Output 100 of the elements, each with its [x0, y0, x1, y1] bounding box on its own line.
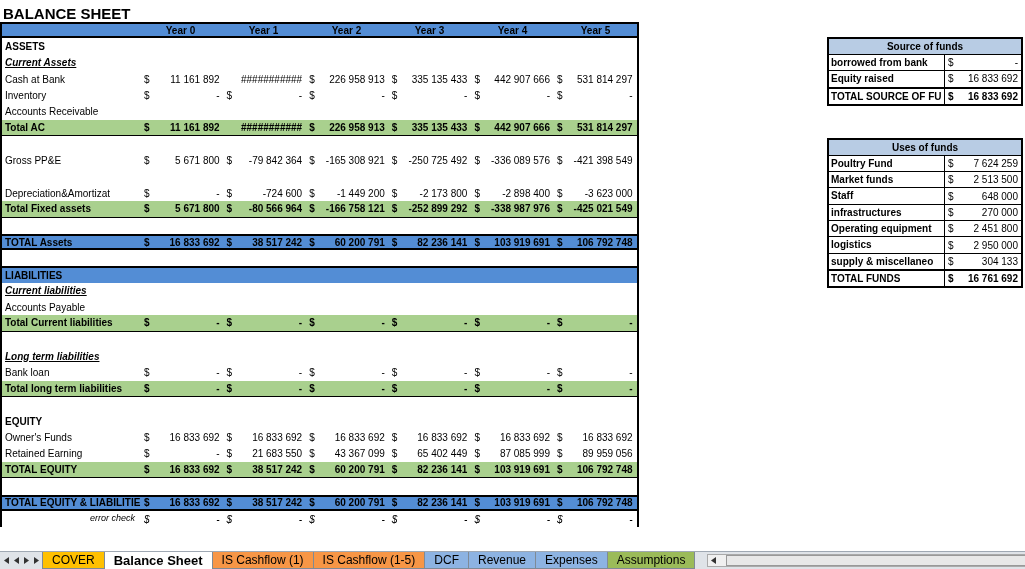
table-cell-text: $ 16 833 692	[308, 431, 386, 446]
table-cell: TOTAL SOURCE OF FU	[829, 88, 945, 104]
table-cell-text: $ -252 899 292	[390, 202, 469, 217]
table-cell-text: $ -	[473, 381, 551, 396]
table-cell-text: $ -80 566 964	[225, 202, 304, 217]
table-cell-text: ###########	[240, 72, 304, 87]
scroll-left-icon[interactable]	[711, 557, 717, 564]
table-cell-text: $ 65 402 449	[390, 447, 469, 462]
column-header: Year 5	[580, 24, 611, 36]
table-cell-text: $ 103 919 691	[473, 463, 551, 478]
table-cell-text: $ 89 959 056	[555, 447, 634, 462]
sheet-tab[interactable]: Balance Sheet	[103, 552, 213, 569]
table-cell-text: $ -	[390, 365, 469, 380]
table-cell-text: $ 270 000	[947, 205, 1019, 220]
table-cell-text: $ 226 958 913	[308, 72, 386, 87]
table-cell-text: $ 16 833 692	[225, 431, 304, 446]
table-cell: Equity raised	[829, 71, 945, 87]
column-header: Year 3	[414, 24, 445, 36]
table-cell: logistics	[829, 237, 945, 253]
table-cell-text: $ -	[225, 316, 304, 331]
table-cell-text: $ 16 833 692	[947, 72, 1019, 87]
row-label: Depreciation&Amortizat	[5, 187, 111, 199]
table-cell-text: $ -	[308, 512, 386, 527]
table-cell-text: $ -	[308, 381, 386, 396]
table-cell-text: $ 2 950 000	[947, 238, 1019, 253]
table-cell-text: $ 16 833 692	[143, 235, 221, 250]
table-cell-text: $ -724 600	[225, 186, 304, 201]
section-heading: EQUITY	[5, 415, 43, 427]
table-cell-text: $ -166 758 121	[308, 202, 386, 217]
table-cell: Poultry Fund	[829, 155, 945, 172]
horizontal-scrollbar[interactable]	[707, 554, 1025, 567]
table-cell-text: $ -165 308 921	[308, 154, 386, 168]
sheet-tab[interactable]: Assumptions	[606, 552, 696, 569]
table-cell-text: $ -	[555, 88, 634, 103]
table-cell-text: $ 43 367 099	[308, 447, 386, 462]
table-cell-text: $ -79 842 364	[225, 154, 304, 168]
section-heading: LIABILITIES	[5, 270, 63, 282]
sheet-tab[interactable]: DCF	[424, 552, 469, 569]
table-cell-text: $ 16 833 692	[555, 431, 634, 446]
table-cell-text: $ 648 000	[947, 189, 1019, 204]
table-cell-text: $ -	[390, 512, 469, 527]
table-cell-text: $ 16 833 692	[947, 89, 1019, 104]
row-label: Inventory	[5, 89, 47, 101]
table-cell-text: $ -	[143, 512, 221, 527]
table-cell-text: $ -	[555, 316, 634, 331]
table-cell-text: $ -425 021 549	[555, 202, 634, 217]
row-label: Owner's Funds	[5, 432, 72, 444]
row-label: Retained Earning	[5, 448, 83, 460]
table-cell-text: $ 335 135 433	[390, 72, 469, 87]
table-cell: TOTAL FUNDS	[829, 270, 945, 287]
sheet-tab[interactable]: Revenue	[467, 552, 536, 569]
table-cell-text: $ 531 814 297	[555, 120, 634, 135]
table-cell-text: $ 21 683 550	[225, 447, 304, 462]
table-cell-text: $ -	[390, 88, 469, 103]
table-cell-text: $ -	[390, 381, 469, 396]
table-cell-text: $ 531 814 297	[555, 72, 634, 87]
table-cell-text: $ 16 833 692	[473, 431, 551, 446]
table-cell-text: $ 16 761 692	[947, 272, 1019, 287]
sheet-tab[interactable]: Expenses	[535, 552, 608, 569]
table-cell-text: $ -	[308, 88, 386, 103]
table-cell-text: $ 11 161 892	[143, 120, 221, 135]
table-cell-text: $ 38 517 242	[225, 235, 304, 250]
table-cell-text: $ 11 161 892	[143, 72, 221, 87]
table-cell-text: $ 82 236 141	[390, 496, 469, 511]
table-cell-text: $ 60 200 791	[308, 235, 386, 250]
section-heading: ASSETS	[5, 40, 45, 52]
row-label: error check	[90, 513, 135, 524]
table-cell-text: $ -	[143, 186, 221, 201]
table-cell-text: $ 82 236 141	[390, 235, 469, 250]
table-cell-text: $ 2 451 800	[947, 222, 1019, 237]
table-cell-text: $ 226 958 913	[308, 120, 386, 135]
table-cell-text: $ 38 517 242	[225, 496, 304, 511]
table-cell-text: $ 60 200 791	[308, 496, 386, 511]
section-heading: Total AC	[5, 121, 45, 133]
sheet-tab[interactable]: IS Cashflow (1-5)	[312, 552, 426, 569]
table-cell-text: $ 103 919 691	[473, 496, 551, 511]
table-cell-text: $ -421 398 549	[555, 154, 634, 168]
section-heading: TOTAL EQUITY & LIABILITIE	[5, 497, 141, 509]
table-cell: Operating equipment	[829, 221, 945, 237]
table-cell-text: $ -2 173 800	[390, 186, 469, 201]
column-header: Year 0	[165, 24, 196, 36]
table-cell-text: $ -	[225, 381, 304, 396]
table-cell-text: $ -250 725 492	[390, 154, 469, 168]
table-cell-text: $ 442 907 666	[473, 72, 551, 87]
section-heading: Current Assets	[5, 57, 77, 69]
table-cell-text: $ 16 833 692	[143, 496, 221, 511]
table-cell-text: $ -	[473, 365, 551, 380]
table-cell-text: $ -	[947, 56, 1019, 71]
table-title: Uses of funds	[829, 139, 1021, 156]
table-cell-text: $ -	[308, 365, 386, 380]
table-cell-text: $ 2 513 500	[947, 173, 1019, 188]
row-label: Gross PP&E	[5, 155, 62, 166]
column-header: Year 4	[497, 24, 528, 36]
table-cell-text: $ -	[225, 365, 304, 380]
sheet-tab[interactable]: IS Cashflow (1)	[211, 552, 314, 569]
section-heading: Total Fixed assets	[5, 203, 91, 215]
table-cell-text: $ 103 919 691	[473, 235, 551, 250]
table-cell-text: $ -1 449 200	[308, 186, 386, 201]
sheet-tab[interactable]: COVER	[42, 552, 105, 569]
table-cell-text: $ 106 792 748	[555, 463, 634, 478]
